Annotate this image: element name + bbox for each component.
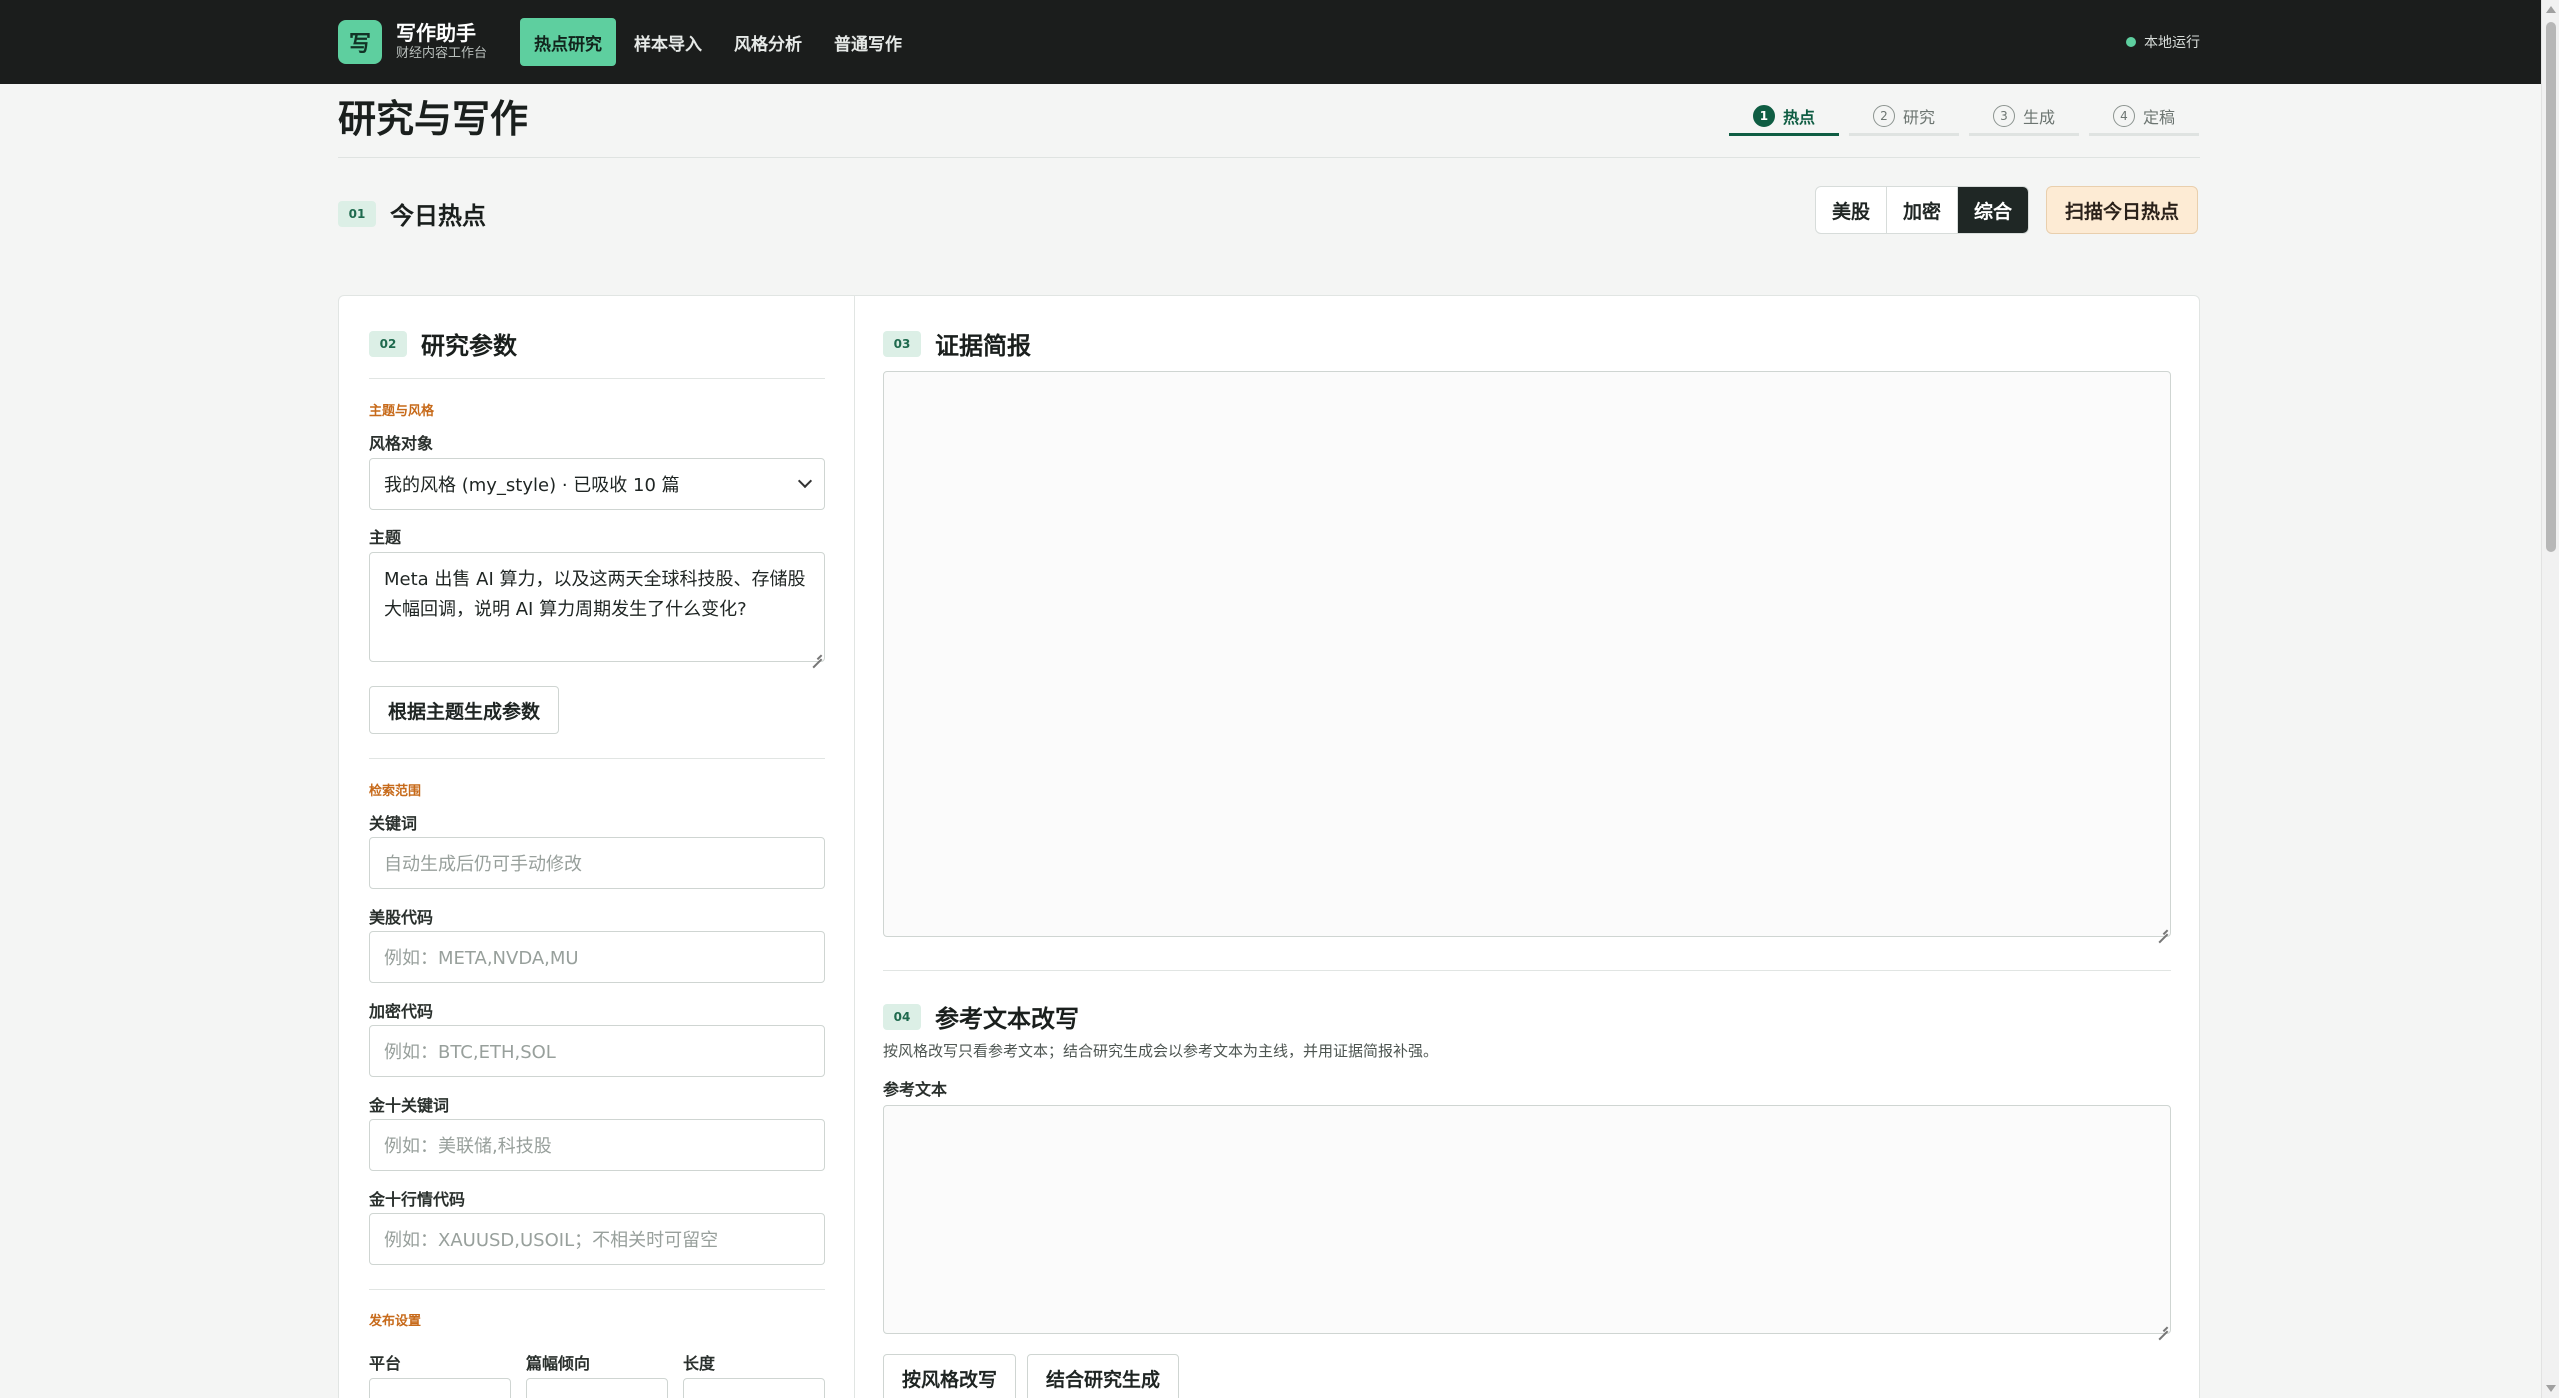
platform-label: 平台 (369, 1354, 402, 1373)
nav-item-style-analysis[interactable]: 风格分析 (720, 18, 816, 66)
status-label: 本地运行 (2144, 35, 2200, 51)
topic-label: 主题 (369, 528, 402, 547)
workflow-steps: 1 热点 2 研究 3 生成 4 定稿 (1729, 98, 2209, 136)
status-dot-icon (2126, 37, 2136, 47)
step-label: 生成 (2022, 107, 2055, 127)
app-subtitle: 财经内容工作台 (396, 46, 488, 61)
rewrite-header: 04 参考文本改写 (883, 999, 1079, 1034)
nav-item-hot-research[interactable]: 热点研究 (520, 18, 616, 66)
page-scrollbar[interactable] (2541, 0, 2559, 1398)
rewrite-hint: 按风格改写只看参考文本；结合研究生成会以参考文本为主线，并用证据简报补强。 (883, 1042, 1439, 1060)
section-badge: 03 (883, 330, 921, 357)
section-badge: 04 (883, 1003, 921, 1030)
length-select[interactable] (683, 1378, 825, 1398)
divider (369, 758, 825, 759)
scroll-down-icon[interactable] (2546, 1385, 2556, 1392)
step-number: 3 (1992, 104, 2015, 127)
crypto-codes-label: 加密代码 (369, 1002, 434, 1021)
jin10-codes-label: 金十行情代码 (369, 1190, 466, 1209)
nav-item-normal-writing[interactable]: 普通写作 (820, 18, 916, 66)
topic-textarea[interactable]: Meta 出售 AI 算力，以及这两天全球科技股、存储股大幅回调，说明 AI 算… (369, 552, 825, 662)
step-finalize[interactable]: 4 定稿 (2089, 98, 2199, 136)
us-codes-input[interactable]: 例如：META,NVDA,MU (369, 931, 825, 983)
scroll-up-icon[interactable] (2546, 6, 2556, 13)
step-number: 4 (2112, 104, 2135, 127)
style-label: 风格对象 (369, 434, 434, 453)
output-panel: 03 证据简报 04 参考文本改写 按风格改写只看参考文本；结合研究生成会以参考… (855, 296, 2199, 1398)
section-title: 证据简报 (935, 332, 1031, 360)
page-title: 研究与写作 (338, 97, 529, 141)
step-generate[interactable]: 3 生成 (1969, 98, 2079, 136)
nav-item-sample-import[interactable]: 样本导入 (620, 18, 716, 66)
brand[interactable]: 写 写作助手 财经内容工作台 (338, 20, 487, 64)
research-card: 02 研究参数 主题与风格 风格对象 我的风格 (my_style) · 已吸收… (338, 295, 2200, 1398)
divider (369, 378, 825, 379)
step-hot[interactable]: 1 热点 (1729, 98, 1839, 136)
style-select[interactable]: 我的风格 (my_style) · 已吸收 10 篇 (369, 458, 825, 510)
top-navbar: 写 写作助手 财经内容工作台 热点研究 样本导入 风格分析 普通写作 本地运行 (0, 0, 2541, 84)
group-label-theme: 主题与风格 (369, 404, 435, 419)
scrollbar-thumb[interactable] (2546, 22, 2556, 552)
segment-crypto[interactable]: 加密 (1887, 187, 1959, 233)
resize-handle-icon[interactable] (2158, 1321, 2168, 1331)
crypto-codes-input[interactable]: 例如：BTC,ETH,SOL (369, 1025, 825, 1077)
jin10-codes-input[interactable]: 例如：XAUUSD,USOIL；不相关时可留空 (369, 1213, 825, 1265)
keywords-label: 关键词 (369, 814, 418, 833)
platform-select[interactable] (369, 1378, 511, 1398)
resize-handle-icon[interactable] (2158, 924, 2168, 934)
step-research[interactable]: 2 研究 (1849, 98, 1959, 136)
hot-section-header: 01 今日热点 (338, 196, 486, 231)
status-indicator: 本地运行 (2126, 32, 2200, 52)
section-title: 参考文本改写 (935, 1005, 1079, 1033)
topic-value: Meta 出售 AI 算力，以及这两天全球科技股、存储股大幅回调，说明 AI 算… (384, 569, 806, 620)
divider (338, 157, 2200, 158)
params-panel: 02 研究参数 主题与风格 风格对象 我的风格 (my_style) · 已吸收… (339, 296, 855, 1398)
reference-text-label: 参考文本 (883, 1080, 948, 1099)
length-pref-select[interactable] (526, 1378, 668, 1398)
rewrite-by-style-button[interactable]: 按风格改写 (883, 1354, 1017, 1398)
length-label: 长度 (683, 1354, 716, 1373)
group-label-publish: 发布设置 (369, 1314, 422, 1329)
step-number: 2 (1872, 104, 1895, 127)
generate-params-button[interactable]: 根据主题生成参数 (369, 686, 560, 734)
divider (369, 1289, 825, 1290)
evidence-header: 03 证据简报 (883, 326, 1031, 361)
segment-all[interactable]: 综合 (1958, 187, 2029, 233)
section-title: 今日热点 (390, 202, 486, 230)
evidence-brief-textarea[interactable] (883, 371, 2171, 937)
group-label-search: 检索范围 (369, 784, 422, 799)
keywords-input[interactable]: 自动生成后仍可手动修改 (369, 837, 825, 889)
step-label: 定稿 (2142, 107, 2175, 127)
us-codes-label: 美股代码 (369, 908, 434, 927)
main-nav: 热点研究 样本导入 风格分析 普通写作 (520, 18, 920, 66)
segment-us-stocks[interactable]: 美股 (1816, 187, 1888, 233)
section-badge: 01 (338, 200, 376, 227)
combine-research-button[interactable]: 结合研究生成 (1027, 1354, 1180, 1398)
style-select-value: 我的风格 (my_style) · 已吸收 10 篇 (384, 475, 680, 496)
divider (883, 970, 2171, 971)
params-header: 02 研究参数 (369, 326, 517, 361)
section-badge: 02 (369, 330, 407, 357)
market-segmented-control: 美股 加密 综合 (1815, 186, 2030, 234)
step-label: 热点 (1782, 107, 1815, 127)
reference-textarea[interactable] (883, 1105, 2171, 1334)
step-number: 1 (1752, 104, 1775, 127)
jin10-keywords-label: 金十关键词 (369, 1096, 450, 1115)
jin10-keywords-input[interactable]: 例如：美联储,科技股 (369, 1119, 825, 1171)
step-label: 研究 (1902, 107, 1935, 127)
scan-hot-topics-button[interactable]: 扫描今日热点 (2046, 186, 2199, 234)
section-title: 研究参数 (421, 332, 517, 360)
chevron-down-icon (797, 473, 813, 489)
length-pref-label: 篇幅倾向 (526, 1354, 591, 1373)
resize-handle-icon[interactable] (812, 649, 822, 659)
app-name: 写作助手 (396, 21, 476, 45)
logo-icon: 写 (338, 20, 382, 64)
